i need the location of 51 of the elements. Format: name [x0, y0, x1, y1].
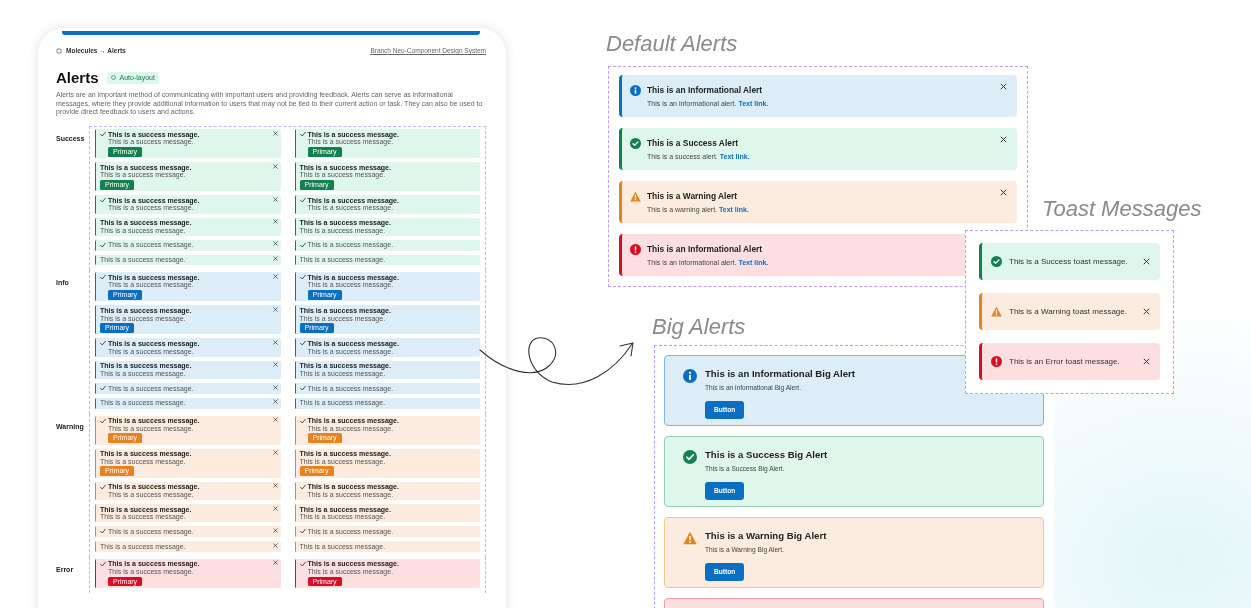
close-icon[interactable] — [272, 339, 278, 345]
close-icon[interactable] — [1000, 136, 1007, 143]
toast-message: This is a Success toast message. — [1009, 255, 1128, 268]
error-icon — [991, 356, 1002, 367]
close-icon[interactable] — [272, 273, 278, 279]
close-icon[interactable] — [272, 196, 278, 202]
component-icon — [56, 47, 62, 54]
close-icon[interactable] — [1143, 358, 1150, 365]
close-icon[interactable] — [272, 163, 278, 169]
toast-message: This is a Warning toast message. — [1009, 305, 1127, 318]
close-icon[interactable] — [272, 542, 278, 548]
warning-icon — [630, 191, 641, 202]
close-icon[interactable] — [272, 505, 278, 511]
close-icon[interactable] — [272, 399, 278, 405]
close-icon[interactable] — [272, 306, 278, 312]
close-icon[interactable] — [272, 256, 278, 262]
section-heading: Big Alerts — [652, 314, 746, 341]
close-icon[interactable] — [272, 130, 278, 136]
page-title: Alerts — [56, 68, 99, 87]
info-icon — [683, 369, 697, 383]
info-icon — [630, 85, 641, 96]
alert-title: This is a Success Alert — [647, 137, 739, 150]
alert-title: This is a Success Big Alert — [705, 448, 828, 462]
error-icon — [630, 244, 641, 255]
close-icon[interactable] — [272, 417, 278, 422]
auto-layout-icon — [110, 75, 116, 81]
close-icon[interactable] — [272, 450, 278, 456]
close-icon[interactable] — [272, 384, 278, 390]
alert-title: This is an Informational Alert — [647, 84, 764, 97]
close-icon[interactable] — [272, 527, 278, 533]
alert-title: This is an Informational Big Alert — [705, 367, 855, 381]
toast-message: This is an Error toast message. — [1009, 355, 1120, 368]
alert-title: This is a Warning Big Alert — [705, 529, 827, 543]
close-icon[interactable] — [1000, 83, 1007, 90]
close-icon[interactable] — [272, 483, 278, 489]
section-heading: Toast Messages — [1042, 196, 1202, 223]
close-icon[interactable] — [272, 362, 278, 368]
section-heading: Default Alerts — [606, 31, 738, 58]
check-circle-icon — [630, 138, 641, 149]
alert-title: This is a Warning Alert — [647, 190, 739, 203]
close-icon[interactable] — [272, 219, 278, 224]
check-circle-icon — [991, 256, 1002, 267]
alert-title: This is an Informational Alert — [647, 243, 764, 256]
warning-icon — [991, 306, 1002, 317]
close-icon[interactable] — [1143, 308, 1150, 315]
warning-icon — [683, 531, 697, 545]
close-icon[interactable] — [1000, 189, 1007, 196]
close-icon[interactable] — [1143, 258, 1150, 265]
close-icon[interactable] — [272, 241, 278, 247]
check-circle-icon — [683, 450, 697, 464]
close-icon[interactable] — [272, 560, 278, 566]
